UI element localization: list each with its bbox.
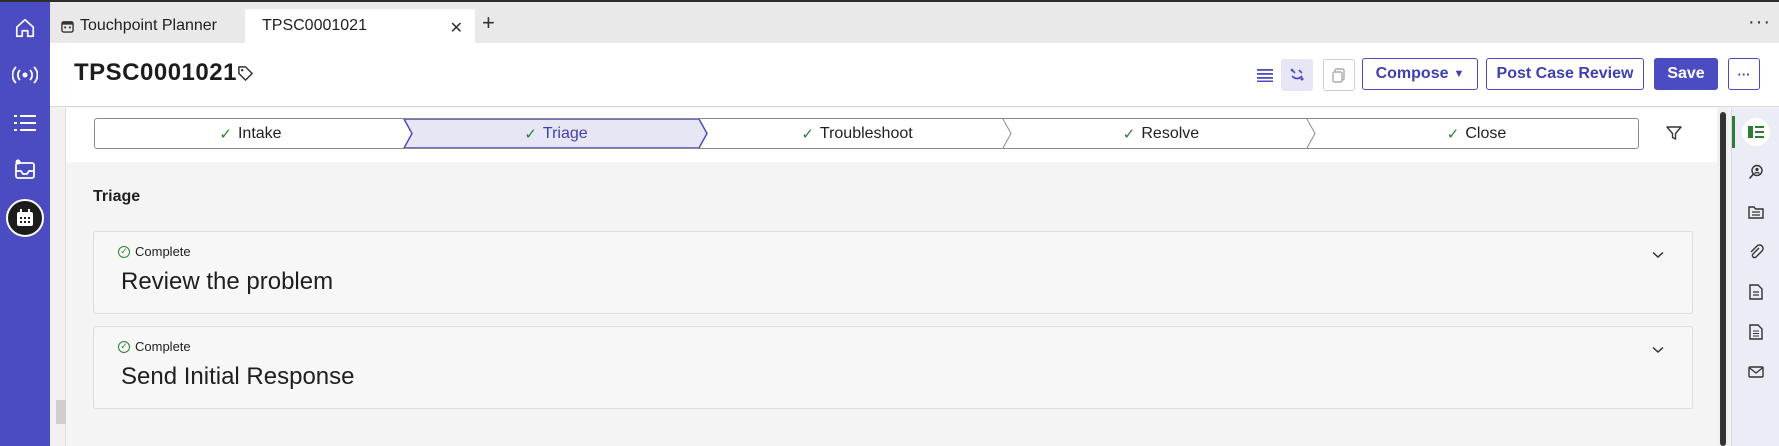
paperclip-icon[interactable] [1742, 238, 1770, 266]
collapsed-side-panel [50, 108, 66, 446]
tab-touchpoint-planner[interactable]: Touchpoint Planner [58, 9, 248, 43]
active-indicator [1732, 116, 1735, 148]
calendar-icon [61, 20, 74, 33]
checklist-icon[interactable] [1742, 118, 1770, 146]
task-title: Send Initial Response [121, 363, 355, 390]
tab-overflow-menu-icon[interactable]: ··· [1748, 11, 1771, 34]
main-content: ✓ Intake ✓ Triage ✓ Troubleshoot ✓ Resol… [66, 108, 1717, 446]
stage-navigator: ✓ Intake ✓ Triage ✓ Troubleshoot ✓ Resol… [66, 108, 1717, 162]
caret-down-icon: ▼ [1453, 68, 1465, 80]
task-status: ✓ Complete [118, 339, 191, 354]
check-circle-icon: ✓ [118, 245, 130, 258]
utility-rail [1731, 108, 1779, 446]
ai-assist-icon[interactable] [1281, 59, 1313, 91]
check-icon: ✓ [1446, 125, 1460, 143]
close-icon[interactable]: ✕ [450, 18, 463, 38]
stage-label: Close [1465, 124, 1507, 142]
post-case-review-button[interactable]: Post Case Review [1486, 58, 1644, 90]
scrollbar[interactable] [1717, 108, 1729, 446]
stage-label: Intake [237, 124, 282, 142]
calendar-icon[interactable] [6, 199, 44, 237]
status-label: Complete [135, 244, 191, 259]
task-card[interactable]: ✓ Complete Send Initial Response [93, 326, 1693, 409]
page-title: TPSC0001021 [74, 59, 237, 86]
home-icon[interactable] [7, 10, 43, 46]
check-icon: ✓ [524, 125, 537, 143]
app-rail [0, 0, 50, 446]
save-button[interactable]: Save [1654, 58, 1718, 90]
inbox-icon[interactable] [7, 152, 43, 188]
copy-disabled-icon [1323, 59, 1355, 91]
tag-icon[interactable] [237, 65, 254, 87]
tab-record[interactable]: TPSC0001021 ✕ [245, 9, 475, 43]
tab-bar: Touchpoint Planner TPSC0001021 ✕ + ··· [50, 0, 1779, 43]
search-person-icon[interactable] [1742, 158, 1770, 186]
stage-triage[interactable]: ✓ Triage [406, 119, 706, 148]
stage-label: Resolve [1141, 124, 1200, 142]
task-title: Review the problem [121, 268, 334, 295]
stage-label: Troubleshoot [819, 124, 913, 142]
chevron-down-icon[interactable] [1652, 246, 1664, 264]
email-icon[interactable] [1742, 358, 1770, 386]
stage-intake[interactable]: ✓ Intake [95, 119, 406, 148]
stage-troubleshoot[interactable]: ✓ Troubleshoot [707, 119, 1007, 148]
check-circle-icon: ✓ [118, 340, 130, 353]
tab-label: TPSC0001021 [262, 17, 367, 34]
list-view-icon[interactable] [1249, 59, 1281, 91]
add-tab-button[interactable]: + [482, 12, 495, 34]
filter-icon[interactable] [1666, 125, 1682, 146]
stage-resolve[interactable]: ✓ Resolve [1011, 119, 1311, 148]
compose-label: Compose [1375, 65, 1449, 82]
stage-close[interactable]: ✓ Close [1315, 119, 1638, 148]
document-icon[interactable] [1742, 278, 1770, 306]
stage-bar: ✓ Intake ✓ Triage ✓ Troubleshoot ✓ Resol… [94, 118, 1639, 149]
folder-icon[interactable] [1742, 198, 1770, 226]
compose-button[interactable]: Compose ▼ [1362, 58, 1478, 90]
section-title: Triage [93, 188, 141, 205]
status-label: Complete [135, 339, 191, 354]
stage-label: Triage [542, 124, 588, 142]
more-actions-button[interactable]: ··· [1728, 58, 1760, 90]
report-icon[interactable] [1742, 318, 1770, 346]
task-card[interactable]: ✓ Complete Review the problem [93, 231, 1693, 314]
tab-label: Touchpoint Planner [80, 17, 217, 34]
check-icon: ✓ [219, 125, 232, 143]
list-icon[interactable] [7, 105, 43, 141]
record-header: TPSC0001021 Compose ▼ Post Case Review S… [50, 43, 1779, 107]
task-status: ✓ Complete [118, 244, 191, 259]
check-icon: ✓ [1122, 125, 1136, 143]
scrollbar-thumb[interactable] [1720, 112, 1726, 446]
check-icon: ✓ [801, 125, 814, 143]
chevron-down-icon[interactable] [1652, 341, 1664, 359]
broadcast-icon[interactable] [7, 57, 43, 93]
